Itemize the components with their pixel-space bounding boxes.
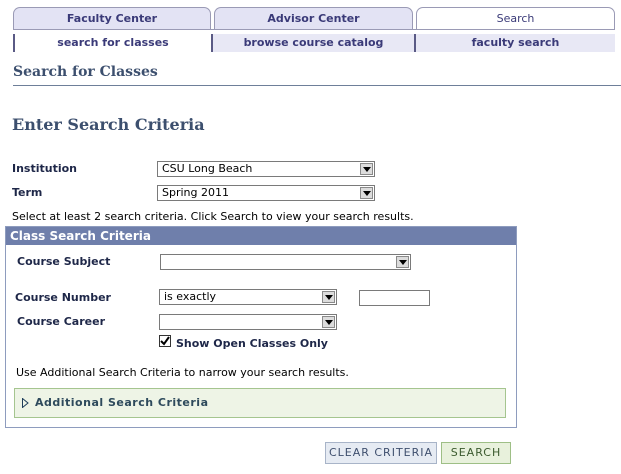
- dropdown-arrow-icon: [322, 291, 335, 303]
- term-label: Term: [12, 186, 43, 199]
- additional-search-criteria-expander[interactable]: Additional Search Criteria: [14, 388, 506, 418]
- tab-search[interactable]: Search: [416, 7, 615, 29]
- tab-label: Faculty Center: [66, 12, 158, 25]
- course-career-label: Course Career: [17, 315, 105, 328]
- dropdown-arrow-icon: [360, 187, 373, 199]
- class-search-criteria-header: Class Search Criteria: [6, 227, 516, 245]
- show-open-classes-checkbox[interactable]: [159, 335, 171, 347]
- page-title: Search for Classes: [13, 64, 158, 80]
- subtab-label: browse course catalog: [243, 36, 384, 49]
- subtab-browse-course-catalog[interactable]: browse course catalog: [213, 34, 414, 52]
- course-number-operator-select[interactable]: is exactly: [159, 289, 337, 305]
- clear-criteria-label: Clear Criteria: [328, 446, 434, 459]
- additional-criteria-note: Use Additional Search Criteria to narrow…: [16, 366, 349, 379]
- search-button[interactable]: Search: [441, 442, 511, 464]
- triangle-right-icon: [22, 397, 29, 411]
- tab-label: Advisor Center: [267, 12, 360, 25]
- subtab-faculty-search[interactable]: faculty search: [416, 34, 615, 52]
- institution-label: Institution: [12, 162, 78, 175]
- title-rule: [13, 85, 621, 86]
- search-button-label: Search: [450, 446, 502, 459]
- tab-faculty-center[interactable]: Faculty Center: [13, 7, 211, 29]
- instructions-text: Select at least 2 search criteria. Click…: [12, 210, 414, 223]
- course-number-label: Course Number: [15, 291, 111, 304]
- course-career-select[interactable]: [159, 314, 337, 330]
- subtab-search-for-classes[interactable]: search for classes: [15, 34, 211, 52]
- subtab-label: faculty search: [471, 36, 560, 49]
- course-subject-select[interactable]: [160, 254, 411, 270]
- institution-value: CSU Long Beach: [162, 162, 253, 175]
- dropdown-arrow-icon: [396, 256, 409, 268]
- course-number-operator-value: is exactly: [164, 290, 217, 303]
- show-open-classes-label: Show Open Classes Only: [176, 337, 328, 350]
- course-subject-label: Course Subject: [17, 255, 111, 268]
- section-title: Enter Search Criteria: [12, 115, 205, 134]
- term-value: Spring 2011: [162, 186, 229, 199]
- term-select[interactable]: Spring 2011: [157, 185, 375, 201]
- class-search-criteria-group: Class Search Criteria Course Subject Cou…: [5, 226, 517, 428]
- tab-label: Search: [496, 12, 535, 25]
- tab-advisor-center[interactable]: Advisor Center: [214, 7, 413, 29]
- tab-divider: [13, 29, 615, 30]
- institution-select[interactable]: CSU Long Beach: [157, 161, 375, 177]
- dropdown-arrow-icon: [322, 316, 335, 328]
- course-number-input[interactable]: [359, 290, 430, 306]
- additional-search-criteria-label: Additional Search Criteria: [35, 396, 209, 409]
- subtab-label: search for classes: [57, 36, 169, 49]
- clear-criteria-button[interactable]: Clear Criteria: [325, 442, 437, 464]
- dropdown-arrow-icon: [360, 163, 373, 175]
- checkmark-icon: [160, 336, 170, 346]
